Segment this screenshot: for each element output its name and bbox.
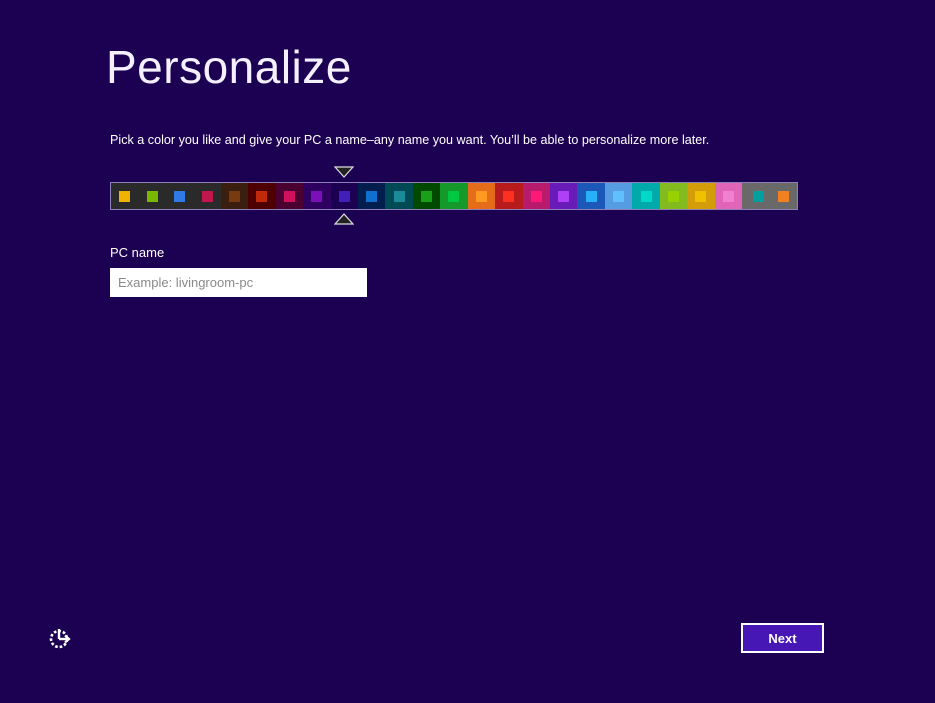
color-swatch [146, 191, 158, 202]
pc-name-label: PC name [110, 245, 165, 260]
color-option-13[interactable] [467, 183, 496, 209]
color-option-18[interactable] [604, 183, 633, 209]
color-option-4[interactable] [220, 183, 249, 209]
color-swatch [558, 191, 570, 202]
color-swatch [366, 191, 378, 202]
color-swatch [585, 191, 597, 202]
color-swatch [393, 191, 405, 202]
color-swatch [338, 191, 350, 202]
color-swatch [475, 191, 487, 202]
color-slider-thumb-top[interactable] [334, 166, 354, 178]
color-option-11[interactable] [412, 183, 441, 209]
color-swatch [695, 191, 707, 202]
color-option-21[interactable] [687, 183, 715, 209]
color-option-6[interactable] [275, 183, 304, 209]
color-option-12[interactable] [440, 183, 468, 209]
color-option-2[interactable] [165, 183, 194, 209]
color-swatch [503, 191, 515, 202]
page-subtitle: Pick a color you like and give your PC a… [110, 133, 710, 147]
color-swatch [448, 191, 460, 202]
color-option-19[interactable] [632, 183, 660, 209]
color-slider[interactable] [110, 182, 798, 210]
pc-name-input[interactable] [110, 268, 367, 297]
color-option-9[interactable] [357, 183, 386, 209]
color-swatch [421, 191, 433, 202]
color-option-15[interactable] [522, 183, 550, 209]
color-swatch [613, 191, 625, 202]
color-swatch [777, 191, 789, 202]
ease-of-access-icon[interactable] [47, 626, 73, 650]
color-swatch [640, 191, 652, 202]
color-option-3[interactable] [193, 183, 221, 209]
page-title: Personalize [106, 41, 352, 93]
color-option-16[interactable] [550, 183, 578, 209]
next-button[interactable]: Next [741, 623, 824, 653]
color-option-10[interactable] [385, 183, 413, 209]
color-option-0[interactable] [111, 183, 139, 209]
color-option-17[interactable] [577, 183, 605, 209]
color-option-7[interactable] [303, 183, 331, 209]
color-option-22[interactable] [714, 183, 743, 209]
color-option-14[interactable] [495, 183, 523, 209]
color-swatch [228, 191, 240, 202]
color-swatch [119, 191, 131, 202]
color-swatch [667, 191, 679, 202]
color-swatch [256, 191, 268, 202]
color-option-1[interactable] [138, 183, 166, 209]
color-option-8[interactable] [330, 183, 358, 209]
color-option-23[interactable] [742, 183, 797, 209]
color-swatch [722, 191, 734, 202]
color-option-20[interactable] [659, 183, 688, 209]
color-swatch [530, 191, 542, 202]
color-swatch [283, 191, 295, 202]
color-swatch [753, 191, 765, 202]
color-swatch [311, 191, 323, 202]
color-slider-thumb-bottom[interactable] [334, 213, 354, 225]
color-swatch [201, 191, 213, 202]
color-swatch [174, 191, 186, 202]
color-option-5[interactable] [248, 183, 276, 209]
